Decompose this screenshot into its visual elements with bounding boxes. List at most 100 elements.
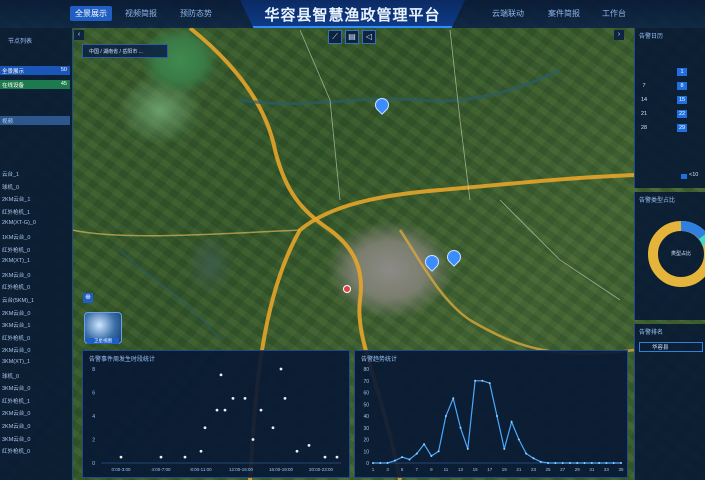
list-item[interactable]: 2KM(XT)_1	[2, 258, 30, 264]
list-item[interactable]: 全景展示 50	[0, 66, 70, 75]
list-item[interactable]: 视频	[0, 116, 70, 125]
list-item[interactable]: 3KM(XT)_1	[2, 359, 30, 365]
scatter-point	[215, 408, 219, 412]
trend-point	[576, 462, 579, 464]
zoom-icon[interactable]: ⊕	[83, 293, 93, 303]
y-tick-label: 70	[363, 379, 369, 385]
list-item[interactable]: 红外枪机_1	[2, 397, 30, 405]
trend-point	[444, 415, 447, 417]
trend-point	[481, 379, 484, 382]
scatter-point	[243, 396, 247, 400]
calendar-day[interactable]: 28	[639, 124, 649, 132]
scatter-point	[283, 396, 287, 400]
alarm-rank-panel: 告警排名 华容县	[634, 324, 705, 480]
x-tick-label: 23	[531, 467, 537, 472]
list-item[interactable]: 3KM云台_0	[2, 384, 30, 392]
trend-point	[430, 454, 433, 457]
list-item[interactable]: 2KM云台_0	[2, 409, 30, 417]
list-item[interactable]: 在线设备 45	[0, 80, 70, 89]
trend-point	[423, 443, 426, 446]
trend-point	[459, 426, 462, 429]
x-tick-label: 8:00-11:00	[190, 467, 212, 472]
x-tick-label: 9	[430, 467, 433, 472]
collapse-right-icon[interactable]: ›	[614, 30, 624, 40]
nav-tab-cases[interactable]: 案件简报	[548, 8, 580, 19]
measure-icon[interactable]: ◁	[362, 30, 376, 44]
list-item[interactable]: 2KM云台_0	[2, 309, 30, 317]
collapse-left-icon[interactable]: ‹	[74, 30, 84, 40]
nav-tab-workbench[interactable]: 工作台	[602, 8, 626, 19]
list-item[interactable]: 云台(5KM)_1	[2, 296, 34, 304]
calendar-day[interactable]: 21	[639, 110, 649, 118]
x-tick-label: 13	[458, 467, 464, 472]
nav-tab-panorama[interactable]: 全景展示	[70, 6, 112, 21]
line-plot: 010203040506070801 3 5 7 9 11 13 15 17 19 21 23 25 27…	[363, 367, 624, 472]
calendar-day[interactable]: 22	[677, 110, 687, 118]
trend-series-line	[373, 380, 621, 464]
list-item[interactable]: 红外枪机_0	[2, 246, 30, 254]
list-item[interactable]: 球机_0	[2, 183, 19, 191]
y-tick-label: 0	[366, 461, 369, 467]
x-tick-label: 7	[416, 467, 419, 472]
rank-item[interactable]: 华容县	[639, 342, 703, 352]
calendar-day[interactable]: 7	[639, 82, 649, 90]
calendar-day[interactable]: 14	[639, 96, 649, 104]
alarm-calendar-panel: 告警日历 1 7 8 14 15 21 22 28 29 <10	[634, 28, 705, 188]
x-tick-label: 4:00-7:00	[151, 467, 171, 472]
calendar-day[interactable]: 15	[677, 96, 687, 104]
draw-line-icon[interactable]: ⟋	[328, 30, 342, 44]
list-item[interactable]: 云台_1	[2, 170, 19, 178]
trend-point	[583, 462, 586, 464]
calendar-day[interactable]: 29	[677, 124, 687, 132]
trend-point	[415, 452, 418, 455]
list-item[interactable]: 1KM云台_0	[2, 233, 30, 241]
scatter-point	[223, 408, 227, 412]
trend-point	[568, 462, 571, 464]
list-item[interactable]: 红外枪机_0	[2, 447, 30, 455]
trend-point	[437, 450, 440, 453]
globe-view-toggle[interactable]: 卫星视图	[84, 312, 122, 344]
calendar-day[interactable]: 1	[677, 68, 687, 76]
scatter-point	[251, 438, 255, 441]
x-tick-label: 12:00-15:00	[229, 467, 254, 472]
panel-title: 节点列表	[8, 39, 33, 45]
nav-tab-video[interactable]: 视频简报	[125, 8, 157, 19]
y-tick-label: 6	[92, 391, 95, 397]
y-tick-label: 4	[92, 414, 95, 420]
list-item[interactable]: 红外枪机_0	[2, 334, 30, 342]
scatter-point	[307, 443, 311, 447]
layers-icon[interactable]: ▤	[345, 30, 359, 44]
list-item[interactable]: 2KM(XT-G)_0	[2, 220, 36, 226]
trend-point	[598, 462, 601, 464]
trend-point	[474, 379, 477, 382]
nav-tab-prevention[interactable]: 预防态势	[180, 8, 212, 19]
x-tick-label: 11	[444, 467, 449, 472]
x-tick-label: 19	[502, 467, 508, 472]
x-tick-label: 16:00-19:00	[269, 467, 294, 472]
scatter-point	[271, 426, 275, 430]
trend-point	[466, 447, 469, 450]
scatter-point	[203, 426, 207, 430]
list-item[interactable]: 2KM云台_0	[2, 346, 30, 354]
x-tick-label: 15	[473, 467, 479, 472]
list-item[interactable]: 红外枪机_0	[2, 283, 30, 291]
y-tick-label: 30	[363, 426, 369, 432]
device-list-panel: 节点列表 全景展示 50 在线设备 45 视频 云台_1 球机_0 2KM云台_1 红…	[0, 28, 73, 480]
x-tick-label: 31	[589, 467, 595, 472]
x-tick-label: 20:00-23:00	[309, 467, 334, 472]
scatter-point	[219, 373, 223, 377]
list-item[interactable]: 2KM云台_0	[2, 422, 30, 430]
breadcrumb[interactable]: 中国 / 湖南省 / 岳阳市 ...	[82, 44, 168, 58]
list-item[interactable]: 球机_0	[2, 372, 19, 380]
list-item[interactable]: 3KM云台_0	[2, 435, 30, 443]
list-item[interactable]: 红外枪机_1	[2, 208, 30, 216]
list-item[interactable]: 2KM云台_1	[2, 195, 30, 203]
list-item[interactable]: 3KM云台_1	[2, 321, 30, 329]
y-tick-label: 8	[92, 367, 95, 373]
x-tick-label: 3	[386, 467, 389, 472]
nav-tab-cloud[interactable]: 云端联动	[492, 8, 524, 19]
calendar-day[interactable]: 8	[677, 82, 687, 90]
list-item[interactable]: 2KM云台_0	[2, 271, 30, 279]
alarm-marker[interactable]	[343, 285, 351, 293]
trend-point	[554, 462, 557, 464]
